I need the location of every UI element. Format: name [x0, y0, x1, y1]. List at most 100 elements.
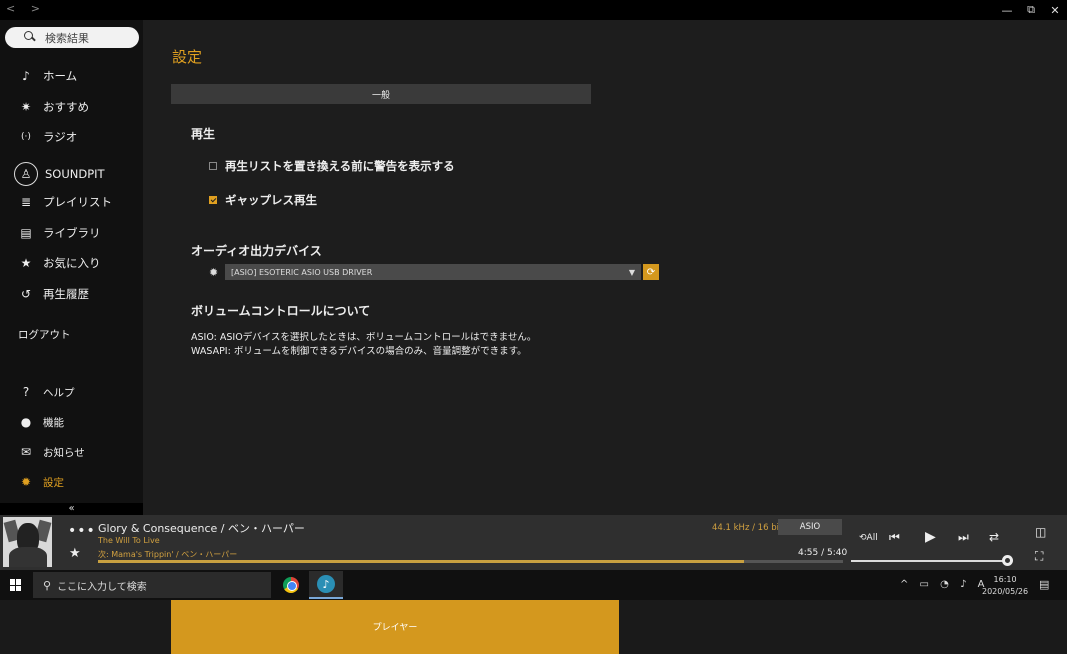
- sidebar-item-label: 機能: [43, 416, 64, 429]
- device-settings-gear-icon[interactable]: ✹: [209, 266, 219, 279]
- taskbar-search-input[interactable]: ⚲ ここに入力して検索: [33, 572, 271, 598]
- taskbar-chrome[interactable]: [274, 571, 308, 599]
- playback-time: 4:55 / 5:40: [798, 548, 848, 558]
- search-icon: [23, 30, 37, 45]
- album-art[interactable]: [3, 517, 52, 567]
- previous-track-icon[interactable]: ⏮: [889, 530, 900, 545]
- close-button[interactable]: ✕: [1043, 0, 1067, 20]
- sidebar-item-label: ラジオ: [43, 130, 78, 144]
- volume-section-title: ボリュームコントロールについて: [191, 304, 371, 318]
- track-album[interactable]: The Will To Live: [98, 536, 160, 545]
- library-icon: ▤: [20, 226, 32, 240]
- next-track[interactable]: 次: Mama's Trippin' / ベン・ハーパー: [98, 549, 237, 560]
- chrome-icon: [283, 577, 299, 593]
- volume-info-wasapi: WASAPI: ボリュームを制御できるデバイスの場合のみ、音量調整ができます。: [191, 346, 527, 357]
- next-track-icon[interactable]: ⏭: [958, 530, 969, 545]
- taskbar-search-placeholder: ここに入力して検索: [57, 581, 147, 593]
- volume-info-asio: ASIO: ASIOデバイスを選択したときは、ボリュームコントロールはできません…: [191, 332, 537, 343]
- sidebar-item-home[interactable]: ♪ ホーム: [0, 62, 143, 90]
- system-tray[interactable]: ^ ▭ ◔ ♪ A: [900, 579, 989, 590]
- sidebar-item-label: 設定: [43, 476, 64, 489]
- track-title[interactable]: Glory & Consequence / ベン・ハーパー: [98, 520, 305, 536]
- settings-panel: 設定 一般 プレイヤー 再生 再生リストを置き換える前に警告を表示する ギャップ…: [143, 20, 1067, 654]
- favorite-star-icon[interactable]: ★: [69, 546, 81, 561]
- play-icon[interactable]: ▶: [925, 529, 936, 545]
- audio-device-row: ✹ [ASIO] ESOTERIC ASIO USB DRIVER ▼ ⟳: [209, 264, 659, 280]
- gapless-checkbox[interactable]: [209, 196, 217, 204]
- sidebar-item-features[interactable]: ● 機能: [0, 408, 143, 436]
- audio-device-section-title: オーディオ出力デバイス: [191, 244, 322, 258]
- fullscreen-icon[interactable]: ⛶: [1035, 549, 1043, 564]
- clock-time: 16:10: [993, 575, 1017, 584]
- help-icon: ?: [22, 385, 30, 399]
- sidebar: 検索結果 ♪ ホーム ✷ おすすめ (·) ラジオ ♙ SOUNDPIT ≣ プ…: [0, 20, 143, 515]
- search-placeholder: 検索結果: [45, 31, 89, 45]
- playback-section-title: 再生: [191, 127, 216, 141]
- logout-link[interactable]: ログアウト: [18, 327, 71, 342]
- sidebar-item-label: お気に入り: [43, 256, 101, 270]
- radio-icon: (·): [21, 132, 31, 142]
- collapse-sidebar-button[interactable]: «: [0, 503, 143, 515]
- title-bar: < > — ⧉ ✕: [0, 0, 1067, 20]
- warn-replace-option[interactable]: 再生リストを置き換える前に警告を表示する: [209, 158, 455, 174]
- sidebar-item-settings[interactable]: ✹ 設定: [0, 468, 143, 496]
- chevron-down-icon: ▼: [628, 267, 635, 277]
- playlist-icon: ≣: [20, 195, 32, 209]
- progress-bar[interactable]: [98, 560, 843, 563]
- shuffle-icon[interactable]: ⇄: [989, 530, 999, 544]
- back-icon[interactable]: <: [6, 2, 21, 15]
- player-bar: ••• ★ Glory & Consequence / ベン・ハーパー The …: [0, 515, 1067, 570]
- sidebar-item-label: おすすめ: [43, 100, 89, 114]
- side-panel-icon[interactable]: ◫: [1035, 525, 1046, 539]
- sidebar-item-radio[interactable]: (·) ラジオ: [0, 123, 143, 151]
- sidebar-item-playlist[interactable]: ≣ プレイリスト: [0, 188, 143, 216]
- sidebar-item-favorites[interactable]: ★ お気に入り: [0, 249, 143, 277]
- notification-icon[interactable]: ▤: [1039, 578, 1049, 591]
- device-refresh-button[interactable]: ⟳: [643, 264, 659, 280]
- nav-buttons: < >: [6, 2, 46, 15]
- sidebar-item-label: 再生履歴: [43, 287, 89, 301]
- gear-icon: ✹: [20, 475, 32, 489]
- taskbar-clock[interactable]: 16:10 2020/05/26: [982, 574, 1028, 598]
- sparkle-icon: ✷: [20, 100, 32, 114]
- sidebar-item-label: ライブラリ: [43, 226, 101, 240]
- user-icon: ♙: [14, 162, 38, 186]
- sidebar-item-recommended[interactable]: ✷ おすすめ: [0, 93, 143, 121]
- sidebar-item-label: ヘルプ: [43, 386, 75, 399]
- page-title: 設定: [172, 48, 203, 66]
- gapless-option[interactable]: ギャップレス再生: [209, 192, 317, 208]
- home-logo-icon: ♪: [22, 69, 30, 83]
- refresh-icon: ⟳: [646, 266, 656, 278]
- restore-button[interactable]: ⧉: [1019, 0, 1043, 20]
- taskbar-soundpit[interactable]: ♪: [309, 571, 343, 599]
- warn-replace-checkbox[interactable]: [209, 162, 217, 170]
- sidebar-item-news[interactable]: ✉ お知らせ: [0, 438, 143, 466]
- mail-icon: ✉: [20, 445, 32, 459]
- star-icon: ★: [20, 256, 32, 270]
- forward-icon[interactable]: >: [31, 2, 46, 15]
- settings-tabs: 一般 プレイヤー: [171, 84, 1039, 654]
- more-options-icon[interactable]: •••: [68, 523, 96, 539]
- sidebar-item-label: SOUNDPIT: [45, 167, 105, 181]
- volume-slider[interactable]: [851, 560, 1008, 562]
- windows-start-icon[interactable]: [10, 579, 22, 591]
- gapless-label: ギャップレス再生: [225, 193, 317, 207]
- audio-device-select[interactable]: [ASIO] ESOTERIC ASIO USB DRIVER ▼: [225, 264, 641, 280]
- clock-date: 2020/05/26: [982, 587, 1029, 596]
- search-input[interactable]: 検索結果: [5, 27, 139, 48]
- sidebar-item-label: プレイリスト: [43, 195, 112, 209]
- sidebar-item-history[interactable]: ↺ 再生履歴: [0, 280, 143, 308]
- tab-general[interactable]: 一般: [171, 84, 591, 104]
- sidebar-item-label: お知らせ: [43, 446, 85, 459]
- window-controls: — ⧉ ✕: [995, 0, 1067, 20]
- taskbar: ⚲ ここに入力して検索 ♪ ^ ▭ ◔ ♪ A 16:10 2020/05/26…: [0, 570, 1067, 600]
- minimize-button[interactable]: —: [995, 0, 1019, 20]
- sidebar-item-account[interactable]: ♙ SOUNDPIT: [0, 160, 143, 188]
- audio-device-value: [ASIO] ESOTERIC ASIO USB DRIVER: [231, 267, 373, 277]
- sidebar-item-library[interactable]: ▤ ライブラリ: [0, 219, 143, 247]
- volume-knob[interactable]: [1002, 555, 1013, 566]
- sidebar-item-help[interactable]: ? ヘルプ: [0, 378, 143, 406]
- output-mode-badge[interactable]: ASIO: [778, 519, 842, 535]
- repeat-all-icon[interactable]: ⟲All: [859, 533, 878, 543]
- tab-player[interactable]: プレイヤー: [171, 599, 619, 654]
